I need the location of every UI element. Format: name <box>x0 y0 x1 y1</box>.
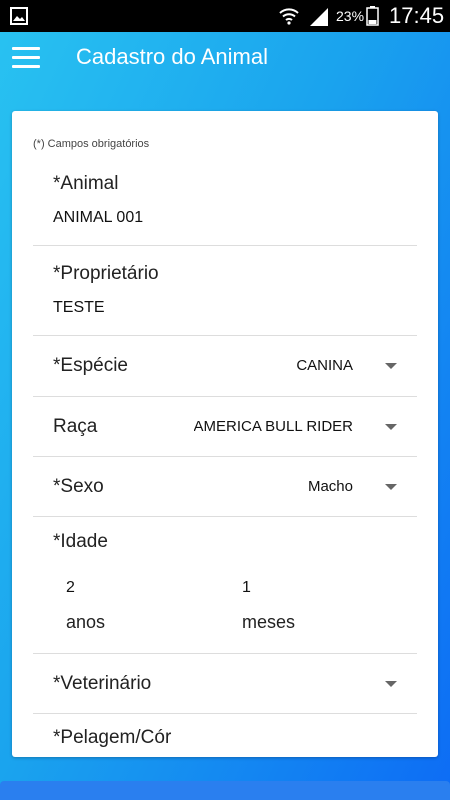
battery-icon <box>366 6 379 26</box>
sex-label: *Sexo <box>53 476 104 497</box>
owner-field[interactable]: *Proprietário TESTE <box>33 259 417 335</box>
form-card: (*) Campos obrigatórios *Animal ANIMAL 0… <box>12 111 438 757</box>
dropdown-arrow-icon[interactable] <box>385 424 397 430</box>
species-label: *Espécie <box>53 355 128 376</box>
clock: 17:45 <box>389 3 445 28</box>
required-fields-note: (*) Campos obrigatórios <box>33 138 150 150</box>
signal-icon <box>310 8 328 26</box>
age-years-unit: anos <box>66 612 106 632</box>
divider <box>33 516 417 517</box>
next-field-label: *Pelagem/Cór <box>53 727 172 748</box>
divider <box>33 245 417 246</box>
age-field: *Idade 2 anos 1 meses <box>33 529 417 653</box>
species-select[interactable]: *Espécie CANINA <box>33 336 417 396</box>
wifi-icon <box>279 8 299 25</box>
owner-label: *Proprietário <box>53 263 159 284</box>
battery-percent: 23% <box>336 8 365 24</box>
dropdown-arrow-icon[interactable] <box>385 681 397 687</box>
sex-select[interactable]: *Sexo Macho <box>33 457 417 517</box>
divider <box>33 713 417 714</box>
animal-value[interactable]: ANIMAL 001 <box>53 209 143 227</box>
animal-label: *Animal <box>53 173 119 194</box>
page-title: Cadastro do Animal <box>76 44 268 69</box>
hamburger-menu-icon[interactable] <box>12 47 40 71</box>
breed-label: Raça <box>53 416 98 437</box>
owner-value[interactable]: TESTE <box>53 299 105 317</box>
age-label: *Idade <box>53 531 108 552</box>
gallery-notification-icon <box>10 7 28 25</box>
breed-select[interactable]: Raça AMERICA BULL RIDER <box>33 397 417 457</box>
age-months-unit: meses <box>242 612 296 632</box>
age-years-input[interactable]: 2 <box>66 579 75 597</box>
status-bar: 23% 17:45 <box>0 0 450 32</box>
species-value: CANINA <box>296 357 353 374</box>
dropdown-arrow-icon[interactable] <box>385 363 397 369</box>
breed-value: AMERICA BULL RIDER <box>193 418 354 435</box>
animal-field[interactable]: *Animal ANIMAL 001 <box>33 169 417 245</box>
app-bar: Cadastro do Animal <box>0 32 450 86</box>
sex-value: Macho <box>307 478 353 495</box>
vet-label: *Veterinário <box>53 673 152 694</box>
bottom-action-bar[interactable] <box>0 781 450 800</box>
dropdown-arrow-icon[interactable] <box>385 484 397 490</box>
age-months-input[interactable]: 1 <box>242 579 251 597</box>
vet-select[interactable]: *Veterinário <box>33 654 417 714</box>
